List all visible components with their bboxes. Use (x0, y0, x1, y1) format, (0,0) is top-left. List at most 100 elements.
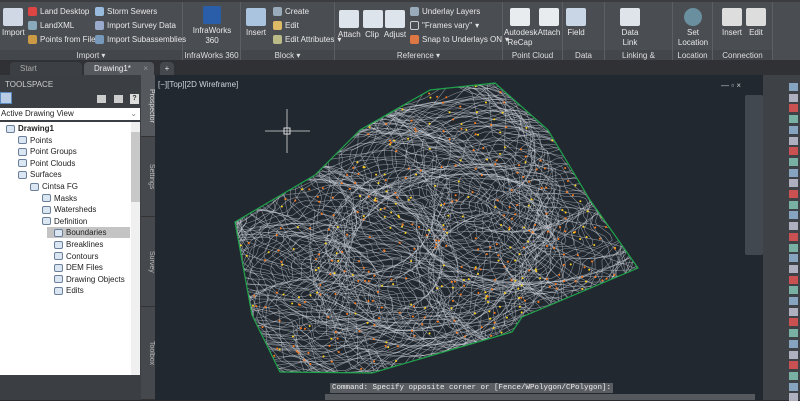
toolbar-tool-icon[interactable] (789, 361, 798, 370)
toolbar-tool-icon[interactable] (789, 93, 798, 102)
toolbar-tool-icon[interactable] (789, 222, 798, 231)
toolbar-tool-icon[interactable] (789, 136, 798, 145)
survey-point (254, 159, 257, 162)
tree-item[interactable]: Watersheds (42, 204, 96, 215)
infraworks-button[interactable]: InfraWorks 360 (185, 6, 239, 46)
survey-point (327, 316, 330, 319)
view-toggle-icon[interactable] (0, 92, 12, 104)
toolbar-tool-icon[interactable] (789, 104, 798, 113)
tree-item[interactable]: Points (18, 135, 52, 146)
toolbar-tool-icon[interactable] (789, 339, 798, 348)
survey-point (574, 114, 577, 117)
insert-connection-button[interactable]: Insert (721, 8, 743, 38)
toolbar-tool-icon[interactable] (789, 371, 798, 380)
survey-point (337, 350, 340, 353)
landxml-button[interactable]: LandXML (28, 21, 74, 30)
tree-item[interactable]: Drawing Objects (54, 274, 125, 285)
import-subassemblies-button[interactable]: Import Subassemblies (95, 35, 186, 44)
help-icon[interactable]: ? (130, 94, 139, 104)
land-desktop-button[interactable]: Land Desktop (28, 7, 89, 16)
snap-underlays-dropdown[interactable]: Snap to Underlays ON ▾ (410, 35, 509, 44)
survey-point (448, 111, 451, 114)
data-link-button[interactable]: Data Link (615, 8, 645, 48)
survey-point (309, 362, 312, 365)
tree-item[interactable]: Drawing1 (6, 123, 54, 134)
survey-point (250, 325, 253, 328)
view-dropdown[interactable]: Active Drawing View ⌄ (0, 108, 140, 120)
tab-prospector[interactable]: Prospector (141, 75, 155, 137)
attach-button[interactable]: Attach (338, 10, 361, 40)
command-input[interactable] (325, 394, 755, 400)
toolbar-tool-icon[interactable] (789, 264, 798, 273)
toolbar-tool-icon[interactable] (789, 147, 798, 156)
create-block-button[interactable]: Create (273, 7, 309, 16)
toolbar-tool-icon[interactable] (789, 211, 798, 220)
tree-item[interactable]: Point Groups (18, 146, 77, 157)
toolbar-tool-icon[interactable] (789, 168, 798, 177)
item-view-icon[interactable] (97, 95, 106, 103)
new-tab-button[interactable]: + (160, 62, 174, 75)
tree-item[interactable]: Point Clouds (18, 158, 75, 169)
toolbar-tool-icon[interactable] (789, 307, 798, 316)
tree-item[interactable]: Cintsa FG (30, 181, 78, 192)
toolbar-tool-icon[interactable] (789, 115, 798, 124)
list-view-icon[interactable] (114, 95, 123, 103)
tab-start[interactable]: Start (10, 62, 82, 75)
survey-point (354, 312, 357, 315)
tab-toolbox[interactable]: Toolbox (141, 307, 155, 400)
tree-item[interactable]: Boundaries (54, 227, 106, 238)
survey-point (251, 109, 254, 112)
toolbar-tool-icon[interactable] (789, 254, 798, 263)
survey-point (239, 93, 242, 96)
tree-item[interactable]: Definition (42, 216, 87, 227)
survey-point (604, 226, 607, 229)
import-button[interactable]: Import (2, 8, 25, 38)
toolbar-tool-icon[interactable] (789, 125, 798, 134)
adjust-button[interactable]: Adjust (383, 10, 407, 40)
toolbar-tool-icon[interactable] (789, 179, 798, 188)
edit-attributes-button[interactable]: Edit Attributes ▾ (273, 35, 341, 44)
toolbar-tool-icon[interactable] (789, 329, 798, 338)
points-from-file-button[interactable]: Points from File (28, 35, 96, 44)
toolbar-tool-icon[interactable] (789, 157, 798, 166)
tree-item[interactable]: Contours (54, 251, 98, 262)
tab-survey[interactable]: Survey (141, 217, 155, 307)
attach-point-cloud-button[interactable]: Attach (537, 8, 561, 38)
tree-item[interactable]: Surfaces (18, 169, 62, 180)
toolbar-tool-icon[interactable] (789, 275, 798, 284)
underlay-layers-button[interactable]: Underlay Layers (410, 7, 480, 16)
survey-point (335, 252, 338, 255)
drawing-viewport[interactable]: [−][Top][2D Wireframe] — ▫ × (155, 75, 763, 400)
toolbar-tool-icon[interactable] (789, 83, 798, 91)
tree-item[interactable]: Masks (42, 193, 77, 204)
frames-dropdown[interactable]: "Frames vary" ▾ (410, 21, 479, 30)
tree-item[interactable]: Edits (54, 285, 84, 296)
toolbar-tool-icon[interactable] (789, 318, 798, 327)
close-tab-icon[interactable]: × (143, 62, 148, 75)
storm-sewers-button[interactable]: Storm Sewers (95, 7, 157, 16)
survey-point (497, 254, 500, 257)
tab-drawing1[interactable]: Drawing1* × (84, 62, 154, 75)
edit-connection-button[interactable]: Edit (745, 8, 767, 38)
edit-block-button[interactable]: Edit (273, 21, 299, 30)
toolbar-tool-icon[interactable] (789, 243, 798, 252)
import-survey-data-button[interactable]: Import Survey Data (95, 21, 176, 30)
tree-item[interactable]: DEM Files (54, 262, 103, 273)
toolbar-tool-icon[interactable] (789, 350, 798, 359)
toolbar-tool-icon[interactable] (789, 232, 798, 241)
toolbar-tool-icon[interactable] (789, 190, 798, 198)
tree-item[interactable]: Breaklines (54, 239, 103, 250)
toolbar-tool-icon[interactable] (789, 297, 798, 305)
toolbar-tool-icon[interactable] (789, 286, 798, 295)
set-location-button[interactable]: Set Location (675, 8, 711, 48)
toolbar-tool-icon[interactable] (789, 200, 798, 209)
survey-point (566, 180, 569, 183)
tab-settings[interactable]: Settings (141, 137, 155, 217)
tree-scrollbar[interactable] (131, 122, 140, 375)
insert-block-button[interactable]: Insert (243, 8, 269, 38)
toolbar-tool-icon[interactable] (789, 382, 798, 391)
recap-button[interactable]: Autodesk ReCap (504, 8, 537, 48)
clip-button[interactable]: Clip (363, 10, 383, 40)
survey-point (235, 349, 237, 352)
field-button[interactable]: Field (565, 8, 587, 38)
